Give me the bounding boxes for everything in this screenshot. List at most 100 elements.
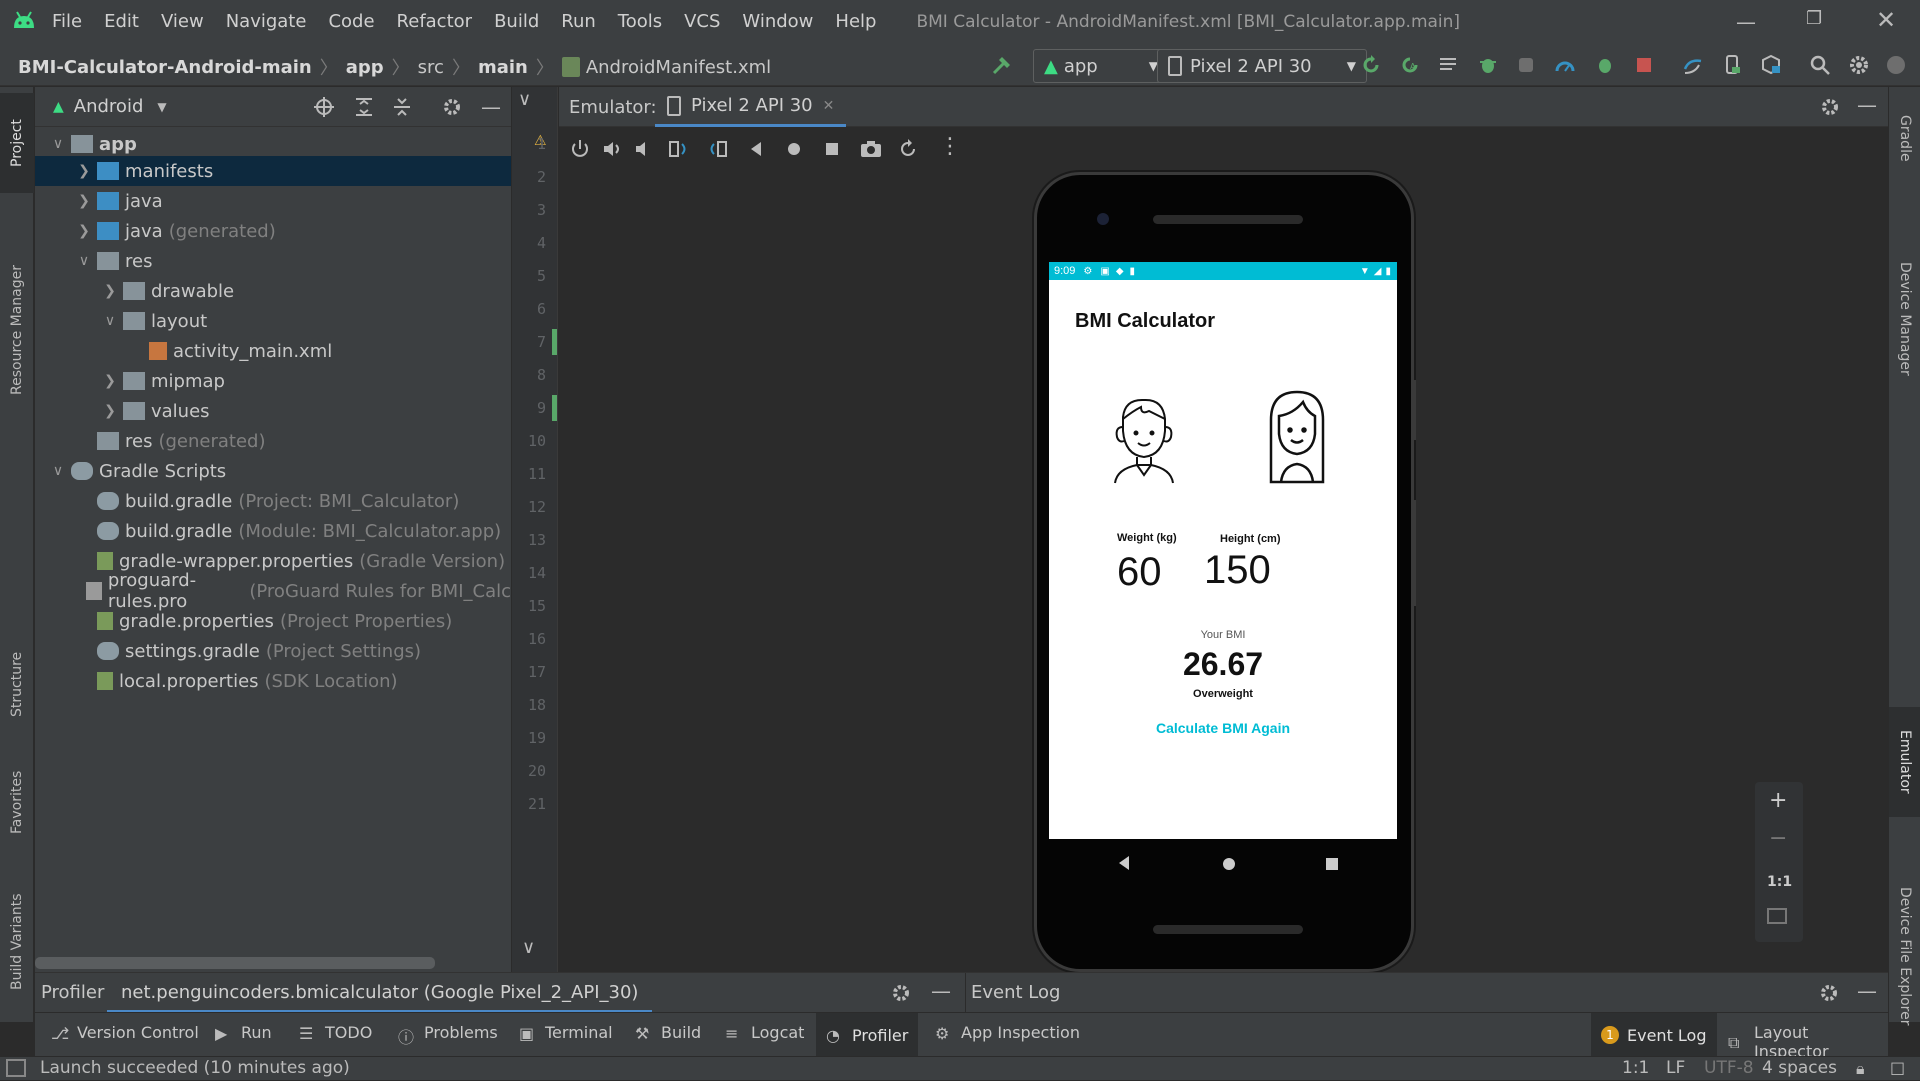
tool-terminal[interactable]: ▣ Terminal: [519, 1023, 613, 1043]
favorites-tool-tab[interactable]: Favorites: [0, 747, 34, 857]
menu-edit[interactable]: Edit: [104, 11, 139, 32]
sdk-manager-icon[interactable]: [1759, 53, 1783, 77]
rerun-icon[interactable]: [1359, 53, 1383, 77]
weight-value[interactable]: 60: [1117, 550, 1162, 595]
hide-panel-icon[interactable]: —: [1857, 979, 1877, 1003]
more-options-icon[interactable]: ⋮: [939, 134, 961, 159]
power-icon[interactable]: [569, 138, 591, 160]
tree-row-gradle-wrapper-properties[interactable]: gradle-wrapper.properties (Gradle Version…: [35, 546, 511, 576]
menu-file[interactable]: File: [52, 11, 82, 32]
chevron-down-icon[interactable]: ∨: [49, 463, 67, 479]
menu-help[interactable]: Help: [835, 11, 876, 32]
menu-view[interactable]: View: [161, 11, 204, 32]
vcs-change-marker[interactable]: [552, 395, 557, 421]
chevron-right-icon[interactable]: ❯: [75, 223, 93, 239]
overview-icon[interactable]: [823, 140, 841, 158]
menu-navigate[interactable]: Navigate: [226, 11, 307, 32]
chevron-right-icon[interactable]: ❯: [75, 193, 93, 209]
volume-up-icon[interactable]: [601, 138, 623, 160]
search-icon[interactable]: [1808, 53, 1832, 77]
breadcrumb-main[interactable]: main: [478, 57, 528, 78]
chevron-right-icon[interactable]: ❯: [75, 163, 93, 179]
volume-side-button[interactable]: [1412, 500, 1416, 606]
caret-position[interactable]: 1:1: [1622, 1058, 1649, 1078]
tool-run[interactable]: ▶ Run: [215, 1023, 272, 1043]
project-view-select[interactable]: Android: [74, 96, 144, 117]
indent-setting[interactable]: 4 spaces: [1762, 1058, 1837, 1078]
breadcrumb-module[interactable]: app: [346, 57, 384, 78]
zoom-in-icon[interactable]: +: [1769, 788, 1787, 813]
male-avatar-icon[interactable]: [1111, 397, 1177, 485]
chevron-down-icon[interactable]: ∨: [101, 313, 119, 329]
profile-icon[interactable]: [1553, 53, 1577, 77]
build-variants-tool-tab[interactable]: Build Variants: [0, 867, 34, 1017]
device-manager-icon[interactable]: [1720, 53, 1744, 77]
tool-problems[interactable]: ⓘ Problems: [398, 1023, 498, 1047]
tree-row-values[interactable]: ❯ values: [35, 396, 511, 426]
breadcrumb-project[interactable]: BMI-Calculator-Android-main: [18, 57, 312, 78]
sync-gradle-icon[interactable]: [1681, 53, 1705, 77]
tree-row-java[interactable]: ❯ java: [35, 186, 511, 216]
tree-row-proguard-rules[interactable]: proguard-rules.pro (ProGuard Rules for BM…: [35, 570, 511, 612]
snapshot-icon[interactable]: [897, 138, 919, 160]
tree-row-manifests[interactable]: ❯ manifests: [35, 156, 511, 186]
restore-icon[interactable]: ❐: [1806, 8, 1822, 29]
tree-row-res[interactable]: ∨ res: [35, 246, 511, 276]
file-encoding[interactable]: UTF-8: [1704, 1058, 1754, 1078]
structure-tool-tab[interactable]: Structure: [0, 629, 34, 739]
profiler-session-tab[interactable]: net.penguincoders.bmicalculator (Google …: [107, 973, 653, 1013]
horizontal-scrollbar[interactable]: [35, 957, 435, 969]
tool-profiler[interactable]: ◔ Profiler: [816, 1013, 919, 1057]
tab-pixel-2-api-30[interactable]: Pixel 2 API 30 ✕: [655, 87, 847, 127]
run-with-coverage-icon[interactable]: [1593, 53, 1617, 77]
tree-row-gradle-properties[interactable]: gradle.properties (Project Properties): [35, 606, 511, 636]
hide-panel-icon[interactable]: —: [481, 95, 501, 119]
fit-screen-icon[interactable]: [1767, 908, 1787, 924]
tool-build[interactable]: ⚒ Build: [635, 1023, 701, 1043]
chevron-down-icon[interactable]: ∨: [518, 89, 531, 110]
emulator-tool-tab[interactable]: Emulator: [1889, 707, 1920, 817]
tree-row-drawable[interactable]: ❯ drawable: [35, 276, 511, 306]
chevron-right-icon[interactable]: ❯: [101, 403, 119, 419]
calculate-again-button[interactable]: Calculate BMI Again: [1049, 720, 1397, 736]
power-side-button[interactable]: [1412, 380, 1416, 440]
toggle-tool-windows-icon[interactable]: [6, 1059, 26, 1077]
vcs-change-marker[interactable]: [552, 329, 557, 355]
device-select[interactable]: Pixel 2 API 30 ▼: [1157, 49, 1367, 83]
event-log-settings-gear-icon[interactable]: [1818, 982, 1840, 1004]
settings-gear-icon[interactable]: [1847, 53, 1871, 77]
lock-icon[interactable]: 🔒︎: [1856, 1059, 1865, 1079]
volume-down-icon[interactable]: [633, 138, 655, 160]
run-config-select[interactable]: ▲ app ▼: [1033, 49, 1169, 83]
minimize-icon[interactable]: —: [1736, 10, 1756, 34]
apply-changes-icon[interactable]: A: [1398, 53, 1422, 77]
gradle-tool-tab[interactable]: Gradle: [1889, 93, 1920, 183]
tree-row-mipmap[interactable]: ❯ mipmap: [35, 366, 511, 396]
tree-row-res-generated[interactable]: res (generated): [35, 426, 511, 456]
menu-code[interactable]: Code: [328, 11, 374, 32]
debug-icon[interactable]: [1476, 53, 1500, 77]
profiler-settings-gear-icon[interactable]: [890, 982, 912, 1004]
chevron-right-icon[interactable]: ❯: [101, 283, 119, 299]
home-icon[interactable]: [785, 140, 803, 158]
height-value[interactable]: 150: [1204, 548, 1271, 593]
menu-vcs[interactable]: VCS: [684, 11, 720, 32]
rotate-left-icon[interactable]: [667, 138, 691, 160]
status-message[interactable]: Launch succeeded (10 minutes ago): [40, 1058, 350, 1078]
screenshot-camera-icon[interactable]: [859, 138, 883, 160]
panel-settings-gear-icon[interactable]: [441, 96, 463, 118]
back-icon[interactable]: [747, 140, 765, 158]
line-separator[interactable]: LF: [1666, 1058, 1685, 1078]
tree-row-app[interactable]: ∨ app: [35, 129, 511, 159]
attach-debugger-icon[interactable]: [1514, 53, 1538, 77]
hide-panel-icon[interactable]: —: [931, 979, 951, 1003]
menu-build[interactable]: Build: [494, 11, 539, 32]
chevron-down-icon[interactable]: ∨: [49, 136, 67, 152]
zoom-actual-size[interactable]: 1:1: [1767, 874, 1792, 890]
menu-window[interactable]: Window: [742, 11, 813, 32]
nav-overview-icon[interactable]: [1325, 857, 1339, 871]
rotate-right-icon[interactable]: [706, 138, 730, 160]
tree-row-build-gradle-project[interactable]: build.gradle (Project: BMI_Calculator): [35, 486, 511, 516]
tree-row-gradle-scripts[interactable]: ∨ Gradle Scripts: [35, 456, 511, 486]
menu-run[interactable]: Run: [561, 11, 596, 32]
